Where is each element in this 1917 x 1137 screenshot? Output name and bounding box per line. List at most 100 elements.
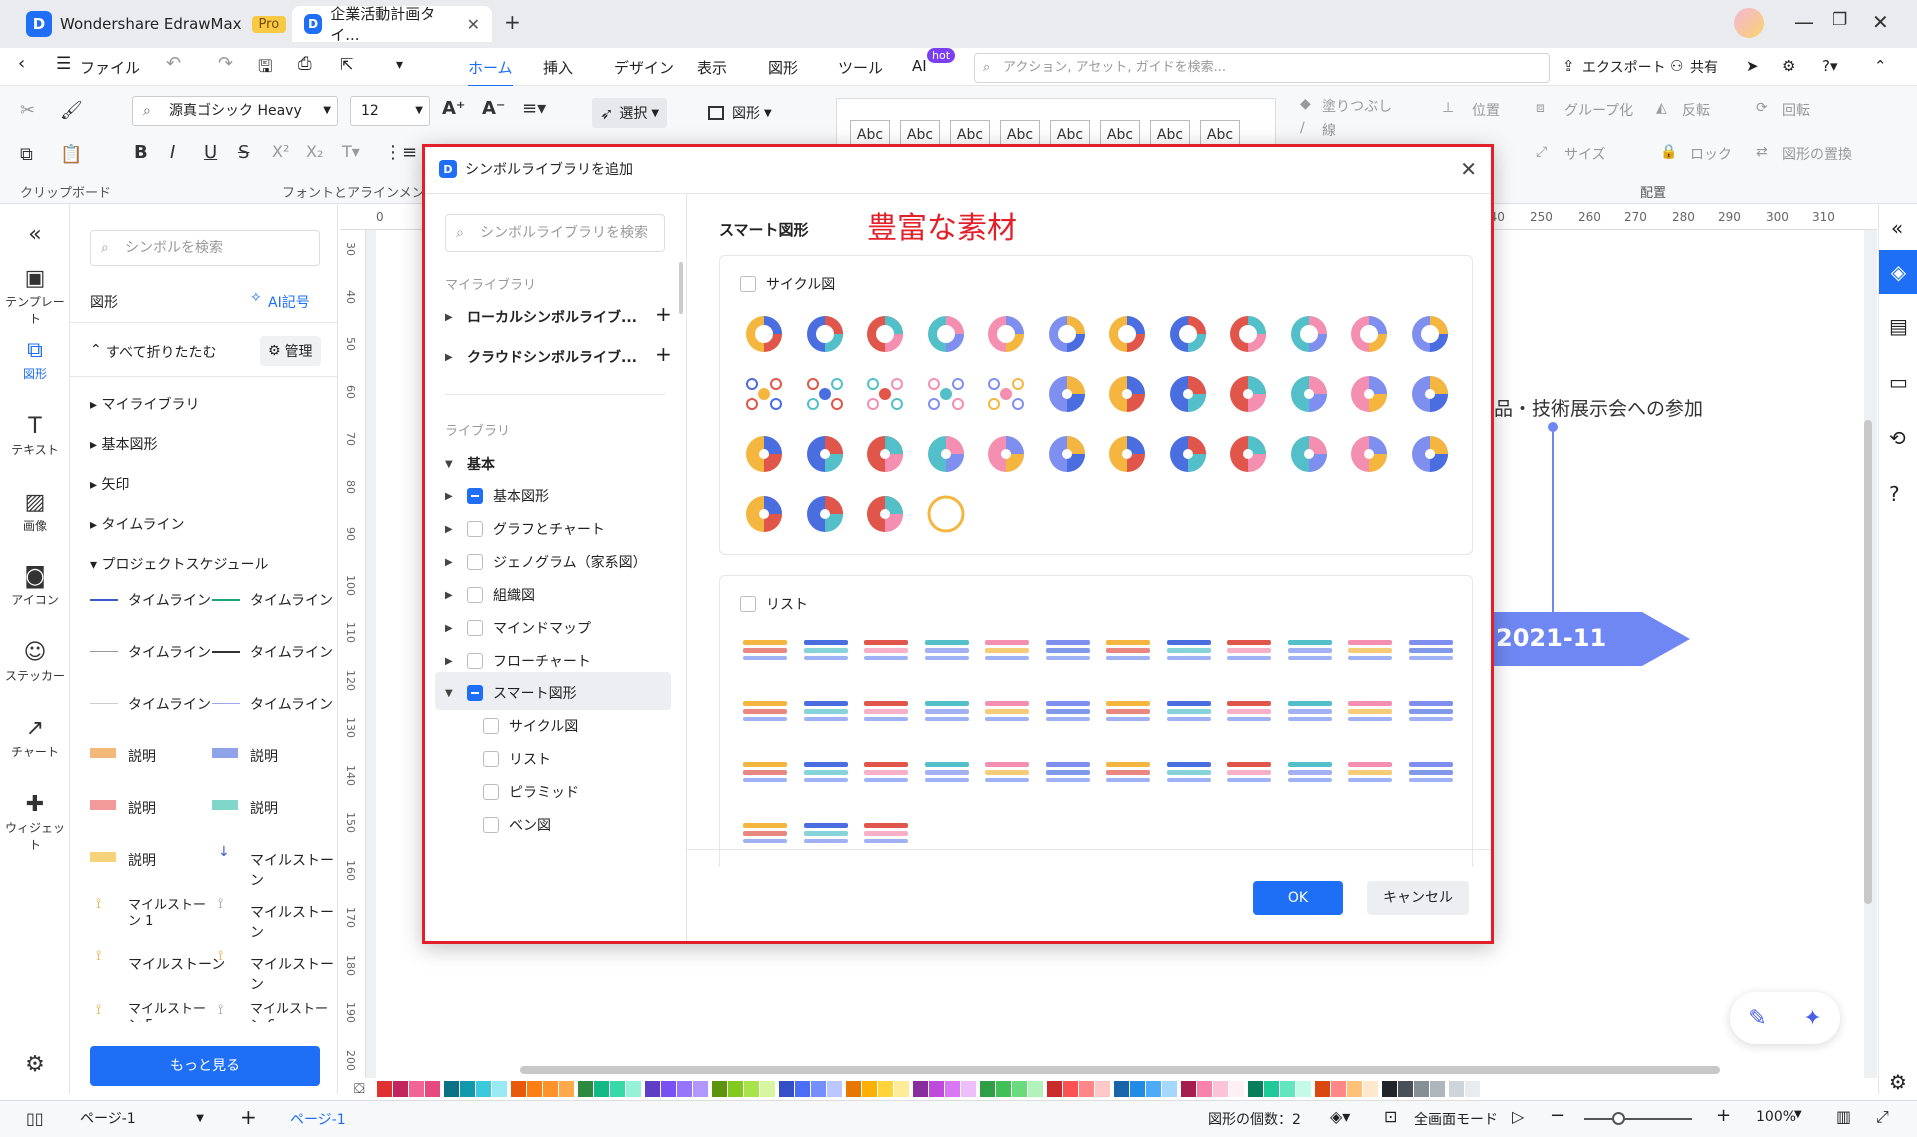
color-swatch[interactable] <box>1162 1081 1177 1097</box>
tree-org-chart[interactable]: ▶ 組織図 <box>445 585 535 605</box>
save-icon[interactable]: 🖫 <box>258 54 272 83</box>
color-swatch[interactable] <box>1430 1081 1445 1097</box>
tree-list[interactable]: リスト <box>483 749 551 769</box>
zoom-dropdown-icon[interactable]: ▼ <box>1794 1109 1802 1120</box>
cycle-shape-thumbnail[interactable] <box>1166 432 1210 476</box>
expand-panel-icon[interactable]: « <box>1891 216 1903 240</box>
shape-milestone-2[interactable]: マイルストーン <box>250 902 337 942</box>
color-swatch[interactable] <box>511 1081 526 1097</box>
list-shape-thumbnail[interactable] <box>1166 638 1212 662</box>
cycle-shape-thumbnail[interactable] <box>924 312 968 356</box>
page-panel-icon[interactable]: ▯▯ <box>26 1109 44 1128</box>
tree-cycle[interactable]: サイクル図 <box>483 716 578 736</box>
list-shape-thumbnail[interactable] <box>1287 638 1333 662</box>
list-shape-thumbnail[interactable] <box>742 638 788 662</box>
cycle-shape-thumbnail[interactable] <box>1287 432 1331 476</box>
tree-pyramid[interactable]: ピラミッド <box>483 782 579 802</box>
tree-genogram[interactable]: ▶ ジェノグラム（家系図） <box>445 552 647 572</box>
shape-tool-button[interactable]: 図形 ▼ <box>708 98 772 128</box>
book-view-icon[interactable]: ▥ <box>1836 1107 1851 1126</box>
checkbox[interactable] <box>483 718 499 734</box>
list-shape-thumbnail[interactable] <box>863 760 909 784</box>
color-swatch[interactable] <box>862 1081 877 1097</box>
color-swatch[interactable] <box>626 1081 641 1097</box>
color-swatch[interactable] <box>594 1081 609 1097</box>
cycle-shape-thumbnail[interactable] <box>1166 312 1210 356</box>
color-swatch[interactable] <box>980 1081 995 1097</box>
cycle-shape-thumbnail[interactable] <box>742 432 786 476</box>
cycle-shape-thumbnail[interactable] <box>1347 432 1391 476</box>
cycle-shape-thumbnail[interactable] <box>803 432 847 476</box>
cycle-shape-thumbnail[interactable] <box>863 492 907 536</box>
shape-note-1[interactable]: 説明 <box>128 746 156 766</box>
cut-icon[interactable]: ✂ <box>20 100 35 121</box>
menu-tools[interactable]: ツール <box>838 57 883 78</box>
color-swatch[interactable] <box>1130 1081 1145 1097</box>
undo-icon[interactable]: ↶ <box>166 53 181 74</box>
cycle-shape-thumbnail[interactable] <box>1226 312 1270 356</box>
fill-icon[interactable]: ◆ <box>1300 96 1311 112</box>
color-swatch[interactable] <box>393 1081 408 1097</box>
list-shape-thumbnail[interactable] <box>1105 638 1151 662</box>
color-swatch[interactable] <box>1146 1081 1161 1097</box>
list-shape-thumbnail[interactable] <box>924 760 970 784</box>
cycle-shape-thumbnail[interactable] <box>1166 372 1210 416</box>
page-select[interactable]: ページ-1 ▼ <box>70 1107 210 1131</box>
format-painter-icon[interactable]: 🖌 <box>60 100 83 121</box>
list-shape-thumbnail[interactable] <box>863 821 909 845</box>
list-shape-thumbnail[interactable] <box>803 821 849 845</box>
text-case-icon[interactable]: T▾ <box>342 142 360 161</box>
checkbox[interactable] <box>467 554 483 570</box>
help-icon[interactable]: ?▾ <box>1822 57 1838 75</box>
layers-icon[interactable]: ◈▾ <box>1330 1107 1350 1126</box>
zoom-level[interactable]: 100% <box>1756 1109 1796 1125</box>
cycle-shape-thumbnail[interactable] <box>1226 432 1270 476</box>
color-swatch[interactable] <box>760 1081 775 1097</box>
list-shape-thumbnail[interactable] <box>1105 760 1151 784</box>
page-properties-icon[interactable]: ▤ <box>1889 314 1908 338</box>
collapse-panel-icon[interactable]: « <box>0 222 70 247</box>
flip-button[interactable]: 反転 <box>1682 100 1710 120</box>
vertical-scrollbar[interactable] <box>1864 420 1872 904</box>
rail-stickers[interactable]: ☺ ステッカー <box>0 640 70 684</box>
color-swatch[interactable] <box>1181 1081 1196 1097</box>
shape-milestone-3[interactable]: マイルストーン <box>128 954 225 974</box>
color-swatch[interactable] <box>878 1081 893 1097</box>
rotate-button[interactable]: 回転 <box>1782 100 1810 120</box>
color-swatch[interactable] <box>961 1081 976 1097</box>
page-tab[interactable]: ページ-1 <box>290 1109 346 1129</box>
settings-icon[interactable]: ⚙ <box>1782 57 1795 75</box>
close-tab-icon[interactable]: ✕ <box>467 15 480 34</box>
color-swatch[interactable] <box>1414 1081 1429 1097</box>
category-project-schedule[interactable]: ▾ プロジェクトスケジュール <box>90 554 269 574</box>
checkbox[interactable] <box>467 521 483 537</box>
list-shape-thumbnail[interactable] <box>1408 760 1454 784</box>
category-basic-shapes[interactable]: ▸ 基本図形 <box>90 434 157 454</box>
cycle-shape-thumbnail[interactable] <box>863 432 907 476</box>
ok-button[interactable]: OK <box>1253 881 1343 915</box>
color-swatch[interactable] <box>996 1081 1011 1097</box>
help-circle-icon[interactable]: ? <box>1889 482 1900 506</box>
ai-sparkle-icon[interactable]: ✦ <box>1803 1006 1821 1031</box>
export-button[interactable]: エクスポート <box>1582 57 1666 77</box>
list-shape-thumbnail[interactable] <box>1408 638 1454 662</box>
color-swatch[interactable] <box>444 1081 459 1097</box>
play-icon[interactable]: ▷ <box>1512 1107 1524 1126</box>
color-swatch[interactable] <box>913 1081 928 1097</box>
hamburger-icon[interactable]: ☰ <box>56 54 71 74</box>
fill-bucket-icon[interactable]: ⛋ <box>354 1081 374 1097</box>
color-swatch[interactable] <box>492 1081 507 1097</box>
strikethrough-icon[interactable]: S <box>238 142 249 163</box>
list-shape-thumbnail[interactable] <box>1045 760 1091 784</box>
select-tool-button[interactable]: ➶ 選択 ▼ <box>592 98 668 128</box>
list-shape-thumbnail[interactable] <box>1166 760 1212 784</box>
cycle-shape-thumbnail[interactable] <box>1287 372 1331 416</box>
list-shape-thumbnail[interactable] <box>984 699 1030 723</box>
cycle-shape-thumbnail[interactable] <box>1408 312 1452 356</box>
local-library-item[interactable]: ▶ ローカルシンボルライブ... <box>445 307 637 327</box>
send-icon[interactable]: ➤ <box>1746 57 1759 75</box>
action-search-input[interactable]: ⌕ アクション, アセット, ガイドを検索... <box>974 53 1550 83</box>
color-swatch[interactable] <box>559 1081 574 1097</box>
replace-button[interactable]: 図形の置換 <box>1782 144 1852 164</box>
checkbox[interactable] <box>467 620 483 636</box>
